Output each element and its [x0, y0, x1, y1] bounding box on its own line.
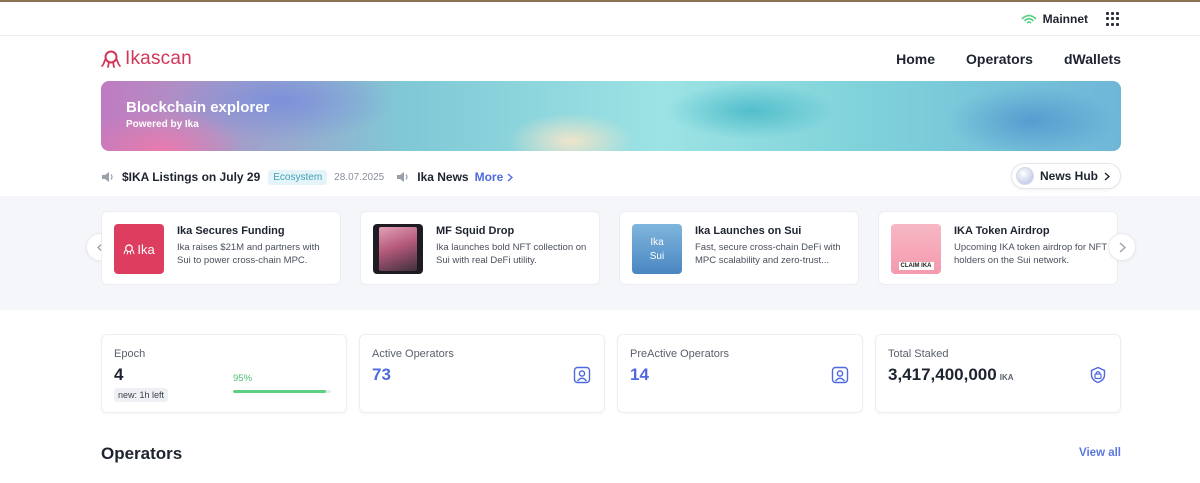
news-card-title: Ika Secures Funding	[177, 225, 285, 237]
ika-logo-icon	[123, 243, 135, 254]
epoch-progress-label: 95%	[233, 373, 253, 384]
chevron-right-icon	[507, 172, 514, 182]
network-selector[interactable]: Mainnet	[1021, 12, 1088, 26]
stat-label: Active Operators	[372, 348, 454, 360]
news-card[interactable]: MF Squid Drop Ika launches bold NFT coll…	[360, 211, 600, 285]
nav-operators[interactable]: Operators	[966, 51, 1033, 67]
squid-nft-thumbnail	[373, 224, 423, 274]
epoch-time-left: new: 1h left	[114, 388, 169, 402]
signal-icon	[1021, 14, 1037, 24]
chevron-right-icon	[1104, 171, 1110, 181]
news-hub-icon	[1015, 167, 1034, 185]
news-card-title: IKA Token Airdrop	[954, 225, 1050, 237]
stat-label: Epoch	[114, 348, 146, 360]
network-label: Mainnet	[1042, 12, 1088, 26]
thumb-text: Ika	[137, 241, 155, 257]
news-card-desc: Ika launches bold NFT collection on Sui …	[436, 242, 587, 266]
news-card-desc: Upcoming IKA token airdrop for NFT holde…	[954, 242, 1107, 266]
ika-logo-icon	[101, 50, 121, 68]
carousel-next-button[interactable]	[1108, 233, 1136, 261]
epoch-progress-fill	[233, 390, 327, 393]
speaker-icon	[397, 172, 408, 182]
ika-logo-thumbnail: Ika	[114, 224, 164, 274]
news-ticker: $IKA Listings on July 29 Ecosystem 28.07…	[101, 163, 1121, 189]
news-card-title: Ika Launches on Sui	[695, 225, 802, 237]
news-carousel: Ika Ika Secures Funding Ika raises $21M …	[0, 196, 1200, 310]
news-hub-button[interactable]: News Hub	[1010, 163, 1121, 189]
stat-label: PreActive Operators	[630, 348, 730, 360]
main-nav: Home Operators dWallets	[896, 51, 1121, 67]
epoch-value: 4	[114, 365, 124, 384]
more-label: More	[474, 170, 504, 184]
top-bar: Mainnet	[0, 2, 1200, 36]
banner-subtitle: Powered by Ika	[126, 119, 199, 130]
thumb-text-secondary: Sui	[649, 250, 665, 262]
speaker-icon	[102, 172, 113, 182]
ticker-date: 28.07.2025	[334, 171, 385, 183]
news-card[interactable]: Ika Sui Ika Launches on Sui Fast, secure…	[619, 211, 859, 285]
ika-news-label: Ika News	[417, 170, 469, 184]
thumb-text: CLAIM IKA	[898, 262, 934, 270]
staked-unit: IKA	[999, 373, 1014, 382]
logo-text: Ikascan	[125, 48, 192, 69]
preactive-operators-value: 14	[630, 365, 649, 384]
news-hub-label: News Hub	[1039, 169, 1098, 183]
news-card[interactable]: Ika Ika Secures Funding Ika raises $21M …	[101, 211, 341, 285]
epoch-card: Epoch 4 new: 1h left 95%	[101, 334, 347, 413]
ika-sui-thumbnail: Ika Sui	[632, 224, 682, 274]
chevron-right-icon	[1119, 241, 1126, 253]
lock-shield-icon	[1090, 366, 1106, 384]
epoch-progress-bar	[233, 390, 331, 393]
nav-dwallets[interactable]: dWallets	[1064, 51, 1121, 67]
news-card[interactable]: CLAIM IKA IKA Token Airdrop Upcoming IKA…	[878, 211, 1118, 285]
news-card-desc: Fast, secure cross-chain DeFi with MPC s…	[695, 242, 841, 266]
thumb-text: Ika	[650, 236, 664, 248]
operators-section-title: Operators	[101, 444, 183, 463]
total-staked-amount: 3,417,400,000	[888, 365, 997, 384]
news-card-desc: Ika raises $21M and partners with Sui to…	[177, 242, 320, 266]
total-staked-value: 3,417,400,000 IKA	[888, 365, 1014, 385]
preactive-operators-card[interactable]: PreActive Operators 14	[617, 334, 863, 413]
total-staked-card: Total Staked 3,417,400,000 IKA	[875, 334, 1121, 413]
header: Ikascan Home Operators dWallets	[101, 48, 1121, 72]
stat-label: Total Staked	[888, 348, 949, 360]
logo[interactable]: Ikascan	[101, 48, 192, 70]
hero-banner: Blockchain explorer Powered by Ika	[101, 81, 1121, 151]
user-badge-icon	[573, 366, 591, 384]
active-operators-card[interactable]: Active Operators 73	[359, 334, 605, 413]
apps-grid-icon[interactable]	[1106, 12, 1120, 26]
ticker-headline[interactable]: $IKA Listings on July 29	[122, 170, 260, 184]
view-all-link[interactable]: View all	[1079, 447, 1121, 459]
news-card-title: MF Squid Drop	[436, 225, 515, 237]
airdrop-thumbnail: CLAIM IKA	[891, 224, 941, 274]
user-badge-icon	[831, 366, 849, 384]
more-link[interactable]: More	[475, 170, 514, 184]
ticker-tag: Ecosystem	[268, 169, 328, 185]
banner-title: Blockchain explorer	[126, 99, 270, 116]
nav-home[interactable]: Home	[896, 51, 935, 67]
active-operators-value: 73	[372, 365, 391, 384]
